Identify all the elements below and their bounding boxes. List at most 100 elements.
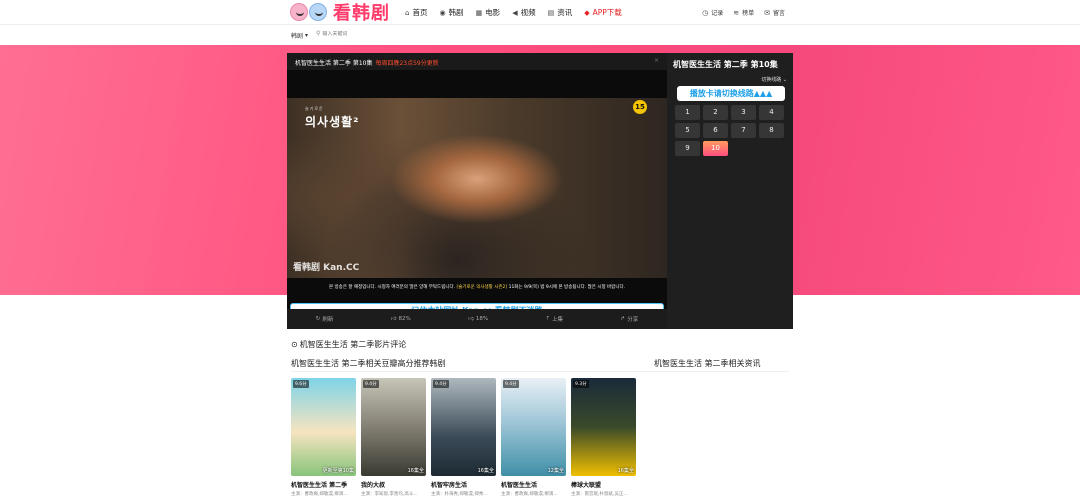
episode-button[interactable]: 8 bbox=[759, 123, 784, 138]
nav-movie-label: 电影 bbox=[485, 8, 501, 17]
recommend-card[interactable]: 9.4分 16集全 机智牢房生活 主演：朴海秀,郑敬淏,郑秀... bbox=[431, 378, 496, 497]
poster-image[interactable]: 9.4分 16集全 bbox=[361, 378, 426, 476]
card-cast: 主演：李知恩,李善均,高斗... bbox=[361, 492, 418, 497]
notice-show: [슬기로운 의사생활 시즌2] bbox=[456, 285, 508, 290]
show-logo: 슬기로운 의사생활² bbox=[305, 106, 359, 130]
pink-mascot-icon bbox=[290, 3, 308, 21]
age-rating-badge: 15 bbox=[633, 100, 647, 114]
episode-button[interactable]: 7 bbox=[731, 123, 756, 138]
nav-video[interactable]: ◀ 视频 bbox=[512, 7, 535, 18]
nav-app-download[interactable]: ◆ APP下载 bbox=[584, 7, 622, 18]
share-label: 分享 bbox=[627, 317, 639, 323]
video-watermark: 看韩剧 Kan.CC bbox=[293, 263, 360, 273]
news-icon: ▤ bbox=[547, 8, 555, 17]
episode-grid: 1 2 3 4 5 6 7 8 9 10 bbox=[675, 105, 791, 156]
search-box: ⚲ bbox=[316, 30, 403, 37]
nav-movie[interactable]: ▦ 电影 bbox=[476, 7, 501, 18]
nav-message[interactable]: ✉ 留言 bbox=[764, 8, 785, 18]
nav-video-label: 视频 bbox=[520, 8, 536, 17]
notice-pre: 본 방송은 잘 예정입니다. 시청자 여러분의 많은 양해 부탁드립니다. bbox=[328, 285, 456, 290]
search-scope-label: 韩剧 bbox=[291, 33, 304, 40]
share-button[interactable]: ↱ 分享 bbox=[621, 315, 639, 323]
episode-panel-title: 机智医生生活 第二季 第10集 bbox=[673, 60, 778, 69]
score-badge: 9.3分 bbox=[573, 380, 589, 388]
score-badge: 9.4分 bbox=[363, 380, 379, 388]
prev-episode-button[interactable]: ⇡ 上集 bbox=[546, 315, 564, 323]
recommend-heading: 机智医生生活 第二季相关豆瓣高分推荐韩剧 bbox=[291, 359, 446, 368]
episode-button[interactable]: 5 bbox=[675, 123, 700, 138]
chevron-down-icon: ▾ bbox=[305, 32, 309, 39]
nav-news[interactable]: ▤ 资讯 bbox=[548, 7, 573, 18]
notice-post: 11화는 9/9(목) 밤 9시에 본 방송됩니다. 많은 시청 바랍니다. bbox=[508, 285, 626, 290]
thumb-up-icon: 👍︎ bbox=[390, 316, 397, 322]
dislike-label: 18% bbox=[475, 316, 489, 322]
clock-icon: ⊙ bbox=[291, 340, 298, 349]
thumb-down-icon: 👎︎ bbox=[468, 316, 474, 322]
episode-button[interactable]: 4 bbox=[759, 105, 784, 120]
show-logo-text: 의사생활² bbox=[305, 115, 360, 129]
nav-rank[interactable]: ≋ 榜单 bbox=[733, 8, 754, 18]
episode-panel: 机智医生生活 第二季 第10集 切换线路 ⌄ 播放卡请切换线路▲▲▲ 1 2 3… bbox=[667, 53, 793, 329]
video-player: 机智医生生活 第二季 第10集 每周四晚23点59分更新 ✕ 슬기로운 의사생활… bbox=[287, 53, 667, 329]
refresh-button[interactable]: ↻ 刷新 bbox=[316, 315, 334, 323]
episode-button[interactable]: 1 bbox=[675, 105, 700, 120]
score-badge: 9.4分 bbox=[503, 380, 519, 388]
player-action-bar: ↻ 刷新 👍︎ 82% 👎︎ 18% ⇡ 上集 ↱ 分享 bbox=[287, 309, 667, 329]
card-title[interactable]: 棒球大联盟 bbox=[571, 480, 636, 489]
recommend-list: 9.6分 更新至第10集 机智医生生活 第二季 主演：曹政奭,郑敬淏,柳演...… bbox=[291, 378, 636, 497]
update-schedule: 每周四晚23点59分更新 bbox=[375, 60, 439, 67]
episode-status: 16集全 bbox=[407, 468, 424, 474]
film-icon: ▦ bbox=[475, 8, 483, 17]
card-cast: 主演：南宫珉,朴恩斌,吴正... bbox=[571, 492, 628, 497]
site-logo[interactable]: 看韩剧 bbox=[290, 1, 390, 24]
close-icon[interactable]: ✕ bbox=[654, 57, 659, 64]
nav-history-label: 记录 bbox=[711, 10, 724, 17]
recommend-card[interactable]: 9.3分 16集全 棒球大联盟 主演：南宫珉,朴恩斌,吴正... bbox=[571, 378, 636, 497]
blue-mascot-icon bbox=[309, 3, 327, 21]
recommend-card[interactable]: 9.4分 12集全 机智医生生活 主演：曹政奭,郑敬淏,柳演... bbox=[501, 378, 566, 497]
poster-image[interactable]: 9.4分 12集全 bbox=[501, 378, 566, 476]
card-cast: 主演：曹政奭,郑敬淏,柳演... bbox=[291, 492, 348, 497]
episode-button[interactable]: 9 bbox=[675, 141, 700, 156]
refresh-label: 刷新 bbox=[322, 317, 334, 323]
search-row: 韩剧 ▾ ⚲ bbox=[0, 26, 1080, 44]
prev-episode-label: 上集 bbox=[552, 317, 564, 323]
recommend-card[interactable]: 9.4分 16集全 我的大叔 主演：李知恩,李善均,高斗... bbox=[361, 378, 426, 497]
search-icon[interactable]: ⚲ bbox=[316, 30, 320, 37]
player-title-bar: 机智医生生活 第二季 第10集 每周四晚23点59分更新 ✕ bbox=[287, 53, 667, 70]
poster-image[interactable]: 9.6分 更新至第10集 bbox=[291, 378, 356, 476]
search-scope-select[interactable]: 韩剧 ▾ bbox=[291, 31, 308, 40]
poster-image[interactable]: 9.4分 16集全 bbox=[431, 378, 496, 476]
dislike-button[interactable]: 👎︎ 18% bbox=[468, 316, 488, 322]
poster-image[interactable]: 9.3分 16集全 bbox=[571, 378, 636, 476]
nav-home[interactable]: ⌂ 首页 bbox=[405, 7, 427, 18]
card-title[interactable]: 机智医生生活 bbox=[501, 480, 566, 489]
episode-status: 更新至第10集 bbox=[322, 468, 354, 474]
user-nav: ◷ 记录 ≋ 榜单 ✉ 留言 bbox=[702, 0, 785, 25]
card-title[interactable]: 机智牢房生活 bbox=[431, 480, 496, 489]
card-cast: 主演：朴海秀,郑敬淏,郑秀... bbox=[431, 492, 488, 497]
episode-button-active[interactable]: 10 bbox=[703, 141, 728, 156]
card-title[interactable]: 机智医生生活 第二季 bbox=[291, 480, 356, 489]
refresh-icon: ↻ bbox=[315, 316, 321, 322]
recommend-card[interactable]: 9.6分 更新至第10集 机智医生生活 第二季 主演：曹政奭,郑敬淏,柳演... bbox=[291, 378, 356, 497]
search-input[interactable] bbox=[322, 30, 403, 37]
card-title[interactable]: 我的大叔 bbox=[361, 480, 426, 489]
nav-korean-drama-label: 韩剧 bbox=[448, 8, 464, 17]
divider bbox=[291, 371, 789, 372]
episode-button[interactable]: 2 bbox=[703, 105, 728, 120]
episode-button[interactable]: 6 bbox=[703, 123, 728, 138]
switch-line-button[interactable]: 播放卡请切换线路▲▲▲ bbox=[677, 86, 785, 101]
like-button[interactable]: 👍︎ 82% bbox=[391, 316, 411, 322]
nav-message-label: 留言 bbox=[772, 10, 785, 17]
nav-app-download-label: APP下载 bbox=[592, 8, 622, 17]
switch-line-label: 切换线路 bbox=[761, 77, 782, 83]
broadcast-notice: 본 방송은 잘 예정입니다. 시청자 여러분의 많은 양해 부탁드립니다. [슬… bbox=[287, 284, 667, 290]
nav-history[interactable]: ◷ 记录 bbox=[702, 8, 724, 18]
episode-button[interactable]: 3 bbox=[731, 105, 756, 120]
nav-korean-drama[interactable]: ◉ 韩剧 bbox=[439, 7, 463, 18]
switch-line-dropdown[interactable]: 切换线路 ⌄ bbox=[761, 76, 787, 83]
comments-heading: ⊙ 机智医生生活 第二季影片评论 bbox=[291, 339, 406, 350]
video-area[interactable]: 슬기로운 의사생활² 15 看韩剧 Kan.CC 본 방송은 잘 예정입니다. … bbox=[287, 70, 667, 313]
card-cast: 主演：曹政奭,郑敬淏,柳演... bbox=[501, 492, 558, 497]
